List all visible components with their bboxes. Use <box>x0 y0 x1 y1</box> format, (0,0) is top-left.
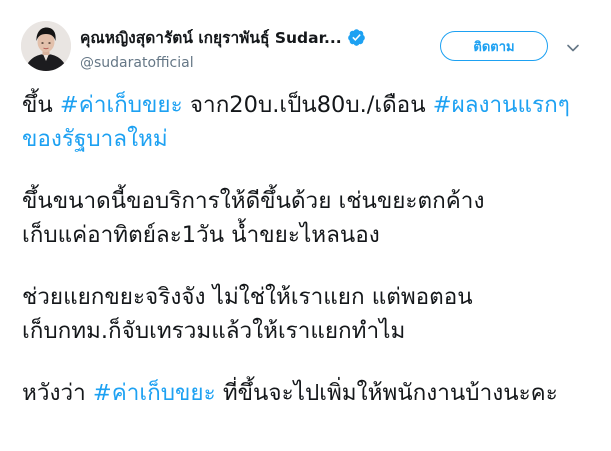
text-segment: ที่ขึ้นจะไปเพิ่มให้พนักงานบ้างนะคะ <box>215 380 558 406</box>
verified-badge-icon <box>347 28 366 47</box>
author-info: คุณหญิงสุดารัตน์ เกยุราพันธุ์ Sudar... @… <box>80 25 440 71</box>
handle[interactable]: @sudaratofficial <box>80 55 440 71</box>
text-segment: หวังว่า <box>22 380 93 406</box>
display-name[interactable]: คุณหญิงสุดารัตน์ เกยุราพันธุ์ Sudar... <box>80 25 342 50</box>
avatar[interactable] <box>21 21 71 71</box>
tweet-paragraph-1: ขึ้น #ค่าเก็บขยะ จาก20บ.เป็น80บ./เดือน #… <box>22 88 592 156</box>
text-line: เก็บกทม.ก็จับเทรวมแล้วให้เราแยกทำไม <box>22 318 406 344</box>
tweet-header: คุณหญิงสุดารัตน์ เกยุราพันธุ์ Sudar... @… <box>21 21 591 75</box>
text-line: เก็บแค่อาทิตย์ละ1วัน น้ำขยะไหลนอง <box>22 222 380 248</box>
hashtag-link[interactable]: #ค่าเก็บขยะ <box>93 380 216 406</box>
tweet-paragraph-3: ช่วยแยกขยะจริงจัง ไม่ใช่ให้เราแยก แต่พอต… <box>22 280 592 348</box>
text-segment: ขึ้น <box>22 92 60 118</box>
tweet-text: ขึ้น #ค่าเก็บขยะ จาก20บ.เป็น80บ./เดือน #… <box>22 88 592 410</box>
hashtag-link[interactable]: #ค่าเก็บขยะ <box>60 92 183 118</box>
tweet-paragraph-4: หวังว่า #ค่าเก็บขยะ ที่ขึ้นจะไปเพิ่มให้พ… <box>22 376 592 410</box>
text-line: ช่วยแยกขยะจริงจัง ไม่ใช่ให้เราแยก แต่พอต… <box>22 284 473 310</box>
text-segment: จาก20บ.เป็น80บ./เดือน <box>182 92 433 118</box>
text-line: ขึ้นขนาดนี้ขอบริการให้ดีขึ้นด้วย เช่นขยะ… <box>22 188 485 214</box>
tweet-paragraph-2: ขึ้นขนาดนี้ขอบริการให้ดีขึ้นด้วย เช่นขยะ… <box>22 184 592 252</box>
chevron-down-icon[interactable] <box>566 40 580 54</box>
follow-button[interactable]: ติดตาม <box>440 31 548 61</box>
name-row: คุณหญิงสุดารัตน์ เกยุราพันธุ์ Sudar... <box>80 25 440 50</box>
tweet-card: คุณหญิงสุดารัตน์ เกยุราพันธุ์ Sudar... @… <box>0 0 611 451</box>
